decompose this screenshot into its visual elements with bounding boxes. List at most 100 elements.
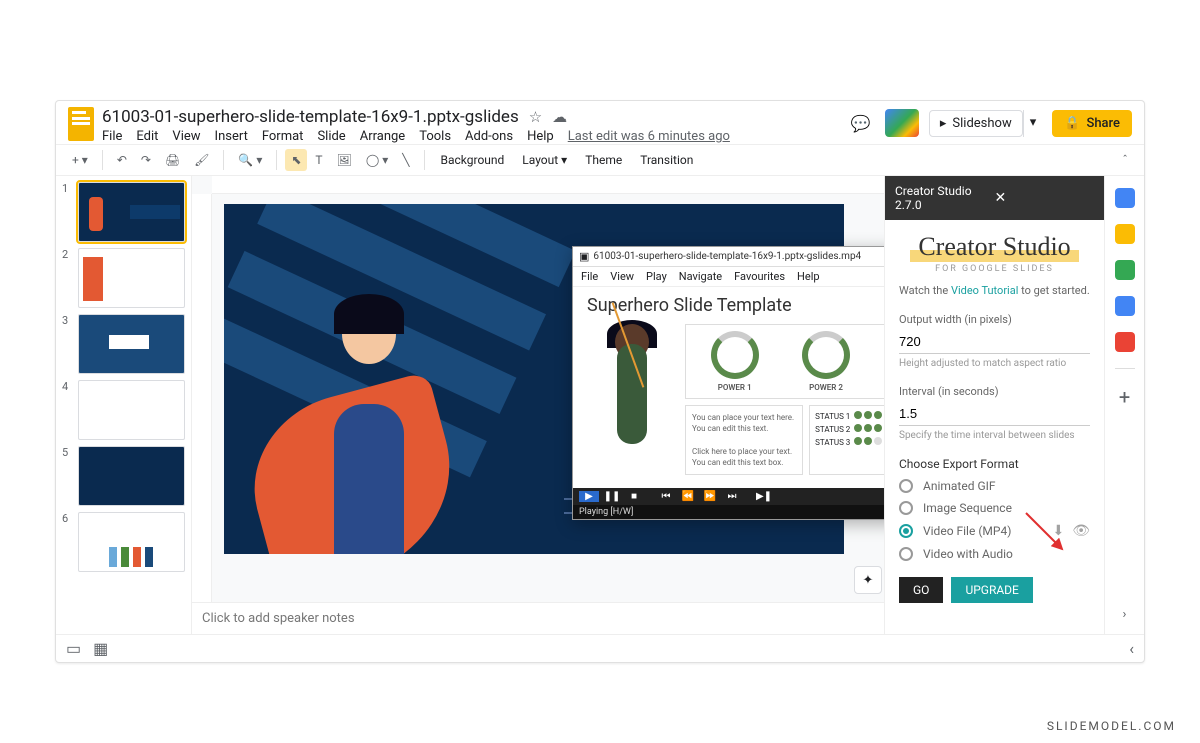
format-audio-radio[interactable]: Video with Audio	[899, 547, 1090, 561]
interval-input[interactable]	[899, 402, 1090, 426]
menu-tools[interactable]: Tools	[419, 129, 451, 144]
slide-thumb-5[interactable]	[78, 446, 185, 506]
select-tool[interactable]: ⬉	[285, 149, 307, 171]
meet-button[interactable]	[885, 109, 919, 137]
share-label: Share	[1086, 116, 1120, 131]
slide-thumb-2[interactable]	[78, 248, 185, 308]
slides-logo-icon	[68, 107, 94, 141]
new-slide-button[interactable]: + ▾	[66, 149, 94, 171]
layout-button[interactable]: Layout ▾	[514, 149, 575, 171]
download-icon[interactable]: ⬇	[1052, 523, 1064, 539]
sidebar-titlebar: Creator Studio 2.7.0 ✕	[885, 176, 1104, 220]
slideshow-dropdown[interactable]: ▾	[1023, 110, 1043, 137]
preview-icon[interactable]: 👁	[1072, 523, 1090, 539]
slide-thumb-3[interactable]	[78, 314, 185, 374]
filmstrip-view-icon[interactable]: ▭	[66, 639, 81, 658]
menu-view[interactable]: View	[172, 129, 200, 144]
player-play-button[interactable]: ▶	[579, 491, 599, 502]
player-titlebar[interactable]: ▣ 61003-01-superhero-slide-template-16x9…	[573, 247, 884, 267]
speaker-notes-placeholder[interactable]: Click to add speaker notes	[202, 611, 355, 626]
player-menu-file[interactable]: File	[581, 270, 598, 283]
slide-thumb-1[interactable]	[78, 182, 185, 242]
slide-thumb-6[interactable]	[78, 512, 185, 572]
play-icon: ▸	[940, 116, 947, 131]
menu-arrange[interactable]: Arrange	[360, 129, 405, 144]
player-forward-button[interactable]: ⏩	[701, 491, 719, 502]
video-status-box: STATUS 1 STATUS 2 STATUS 3	[809, 405, 884, 475]
collapse-filmstrip-icon[interactable]: ‹	[1129, 639, 1134, 658]
calendar-icon[interactable]	[1115, 188, 1135, 208]
theme-button[interactable]: Theme	[577, 149, 630, 171]
player-pause-button[interactable]: ❚❚	[603, 491, 621, 502]
player-video-area: Superhero Slide Template POWER 1 POWER 2…	[573, 287, 884, 488]
player-menu-view[interactable]: View	[610, 270, 634, 283]
player-menu-play[interactable]: Play	[646, 270, 667, 283]
undo-button[interactable]: ↶	[111, 149, 133, 171]
document-title[interactable]: 61003-01-superhero-slide-template-16x9-1…	[102, 107, 519, 127]
interval-help: Specify the time interval between slides	[899, 430, 1090, 441]
player-menubar: File View Play Navigate Favourites Help	[573, 267, 884, 287]
comments-icon[interactable]: 💬	[847, 109, 875, 137]
player-statusbar: Playing [H/W] 00:17 / 00:22 ⚙	[573, 505, 884, 519]
app-header: 61003-01-superhero-slide-template-16x9-1…	[56, 101, 1144, 144]
share-button[interactable]: 🔒 Share	[1052, 110, 1132, 137]
media-player-window[interactable]: ▣ 61003-01-superhero-slide-template-16x9…	[572, 246, 884, 520]
menu-addons[interactable]: Add-ons	[465, 129, 513, 144]
print-button[interactable]: 🖨	[159, 149, 186, 171]
player-stop-button[interactable]: ■	[625, 491, 643, 502]
toolbar: + ▾ ↶ ↷ 🖨 🖌 🔍 ▾ ⬉ T 🖼 ◯ ▾ ╲ Background L…	[56, 144, 1144, 176]
thumb-number: 1	[62, 182, 72, 242]
player-menu-favourites[interactable]: Favourites	[734, 270, 785, 283]
player-menu-navigate[interactable]: Navigate	[679, 270, 722, 283]
zoom-button[interactable]: 🔍 ▾	[232, 149, 268, 171]
explore-button[interactable]: ✦	[854, 566, 882, 594]
menu-help[interactable]: Help	[527, 129, 554, 144]
player-next-button[interactable]: ⏭	[723, 491, 741, 502]
slide-canvas[interactable]: RO ▣ 61003-01-superhero-slide-template-1…	[192, 176, 884, 634]
vertical-ruler	[192, 194, 212, 634]
transition-button[interactable]: Transition	[632, 149, 701, 171]
textbox-tool[interactable]: T	[309, 149, 328, 171]
menu-slide[interactable]: Slide	[317, 129, 345, 144]
format-gif-radio[interactable]: Animated GIF	[899, 479, 1090, 493]
menu-edit[interactable]: Edit	[136, 129, 158, 144]
add-addon-icon[interactable]: +	[1119, 385, 1130, 409]
image-tool[interactable]: 🖼	[331, 149, 358, 171]
redo-button[interactable]: ↷	[135, 149, 157, 171]
contacts-icon[interactable]	[1115, 296, 1135, 316]
format-mp4-radio[interactable]: Video File (MP4) ⬇ 👁	[899, 523, 1090, 539]
menu-format[interactable]: Format	[262, 129, 304, 144]
player-menu-help[interactable]: Help	[797, 270, 820, 283]
player-prev-button[interactable]: ⏮	[657, 491, 675, 502]
star-icon[interactable]: ☆	[529, 108, 542, 126]
player-step-button[interactable]: ▶❚	[755, 491, 773, 502]
grid-view-icon[interactable]: ▦	[93, 639, 108, 658]
sidebar-watch-text: Watch the Video Tutorial to get started.	[899, 284, 1090, 297]
slide-thumb-4[interactable]	[78, 380, 185, 440]
hero-illustration	[274, 274, 474, 554]
player-rewind-button[interactable]: ⏪	[679, 491, 697, 502]
background-button[interactable]: Background	[433, 149, 513, 171]
keep-icon[interactable]	[1115, 224, 1135, 244]
hide-rail-icon[interactable]: ›	[1123, 607, 1127, 622]
slide-thumbnails: 1 2 3 4 5 6	[56, 176, 192, 634]
video-tutorial-link[interactable]: Video Tutorial	[951, 284, 1018, 297]
cloud-status-icon[interactable]: ☁	[552, 108, 567, 126]
line-tool[interactable]: ╲	[396, 149, 415, 171]
upgrade-button[interactable]: UPGRADE	[951, 577, 1032, 603]
maps-icon[interactable]	[1115, 332, 1135, 352]
slideshow-button[interactable]: ▸ Slideshow	[929, 110, 1023, 137]
collapse-toolbar-icon[interactable]: ˆ	[1116, 149, 1134, 171]
sidebar-close-icon[interactable]: ✕	[995, 190, 1095, 206]
go-button[interactable]: GO	[899, 577, 943, 603]
menu-file[interactable]: File	[102, 129, 122, 144]
menu-insert[interactable]: Insert	[215, 129, 248, 144]
shape-tool[interactable]: ◯ ▾	[360, 149, 394, 171]
tasks-icon[interactable]	[1115, 260, 1135, 280]
last-edit-link[interactable]: Last edit was 6 minutes ago	[568, 129, 730, 144]
paint-format-button[interactable]: 🖌	[188, 149, 215, 171]
format-seq-radio[interactable]: Image Sequence	[899, 501, 1090, 515]
width-input[interactable]	[899, 330, 1090, 354]
power-gauges: POWER 1 POWER 2 POWER 3	[685, 324, 884, 399]
player-app-icon: ▣	[579, 250, 589, 263]
